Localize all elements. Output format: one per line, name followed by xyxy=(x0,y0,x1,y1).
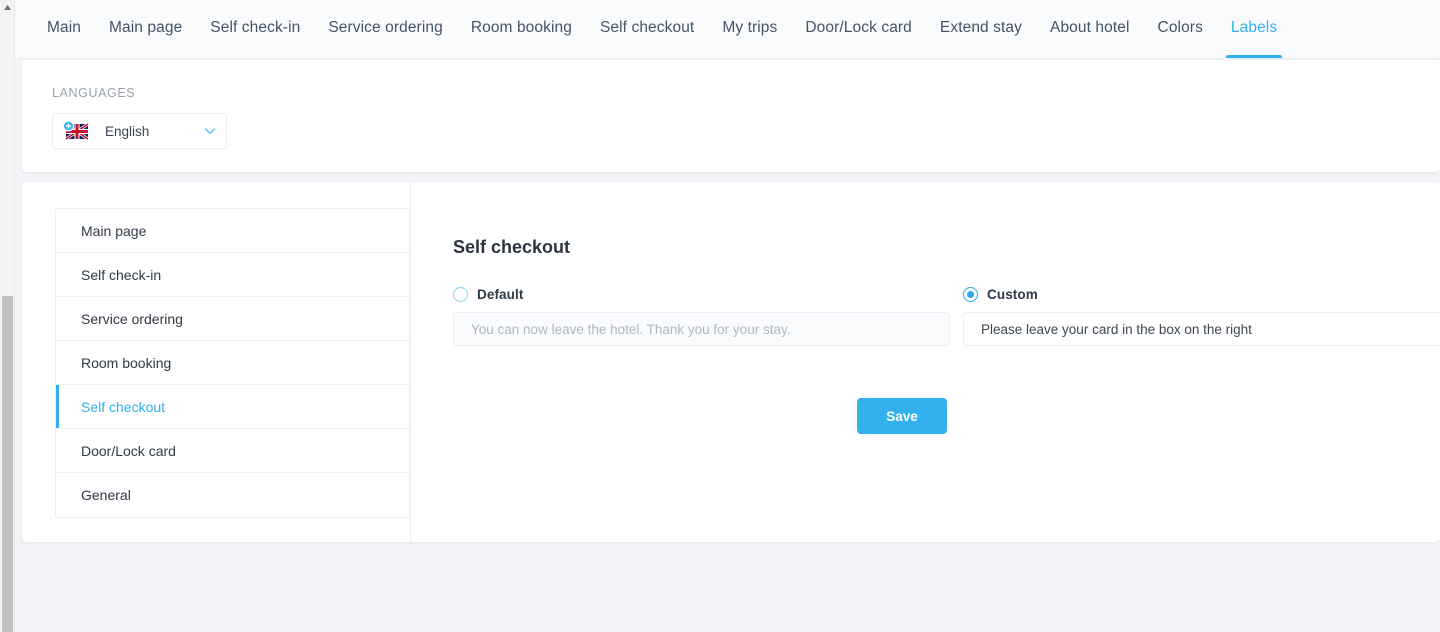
language-select-value: English xyxy=(105,123,150,139)
languages-section-label: LANGUAGES xyxy=(52,86,136,100)
custom-radio-row[interactable]: Custom xyxy=(963,287,1440,302)
sidebar-item-general[interactable]: General xyxy=(56,473,409,517)
scrollbar-thumb[interactable] xyxy=(2,296,13,632)
tab-main-page[interactable]: Main page xyxy=(95,0,196,58)
sidebar-item-service-ordering[interactable]: Service ordering xyxy=(56,297,409,341)
tab-labels[interactable]: Labels xyxy=(1217,0,1291,58)
custom-radio-label: Custom xyxy=(987,287,1038,302)
tab-extend-stay[interactable]: Extend stay xyxy=(926,0,1036,58)
tab-self-check-in[interactable]: Self check-in xyxy=(196,0,314,58)
tab-self-checkout[interactable]: Self checkout xyxy=(586,0,708,58)
chevron-down-icon xyxy=(204,127,216,135)
labels-sidebar: Main page Self check-in Service ordering… xyxy=(55,208,410,518)
labels-panel: Self checkout Default Custom Save xyxy=(410,182,1440,542)
default-radio-row[interactable]: Default xyxy=(453,287,950,302)
uk-flag-icon xyxy=(62,120,90,141)
sidebar-item-door-lock-card[interactable]: Door/Lock card xyxy=(56,429,409,473)
sidebar-item-self-checkout[interactable]: Self checkout xyxy=(56,385,409,429)
tab-room-booking[interactable]: Room booking xyxy=(457,0,586,58)
tab-service-ordering[interactable]: Service ordering xyxy=(314,0,456,58)
custom-text-input[interactable] xyxy=(963,312,1440,346)
sidebar-item-main-page[interactable]: Main page xyxy=(56,209,409,253)
sidebar-item-self-check-in[interactable]: Self check-in xyxy=(56,253,409,297)
tab-door-lock-card[interactable]: Door/Lock card xyxy=(791,0,926,58)
default-text-input xyxy=(453,312,950,346)
app-root: Main Main page Self check-in Service ord… xyxy=(15,0,1440,632)
tab-about-hotel[interactable]: About hotel xyxy=(1036,0,1144,58)
sidebar-item-room-booking[interactable]: Room booking xyxy=(56,341,409,385)
custom-label-group: Custom xyxy=(963,287,1440,346)
page-scrollbar[interactable] xyxy=(0,0,15,632)
page-title: Self checkout xyxy=(453,237,571,257)
custom-radio[interactable] xyxy=(963,287,978,302)
save-button[interactable]: Save xyxy=(857,398,947,434)
languages-card: LANGUAGES English xyxy=(22,60,1440,172)
tab-colors[interactable]: Colors xyxy=(1144,0,1217,58)
tab-main[interactable]: Main xyxy=(33,0,95,58)
default-radio[interactable] xyxy=(453,287,468,302)
default-radio-label: Default xyxy=(477,287,524,302)
language-select[interactable]: English xyxy=(52,113,227,149)
default-label-group: Default xyxy=(453,287,950,346)
labels-editor-card: Main page Self check-in Service ordering… xyxy=(22,182,1440,542)
top-tab-bar: Main Main page Self check-in Service ord… xyxy=(15,0,1440,59)
tab-my-trips[interactable]: My trips xyxy=(708,0,791,58)
scroll-up-arrow-icon[interactable] xyxy=(0,0,15,15)
